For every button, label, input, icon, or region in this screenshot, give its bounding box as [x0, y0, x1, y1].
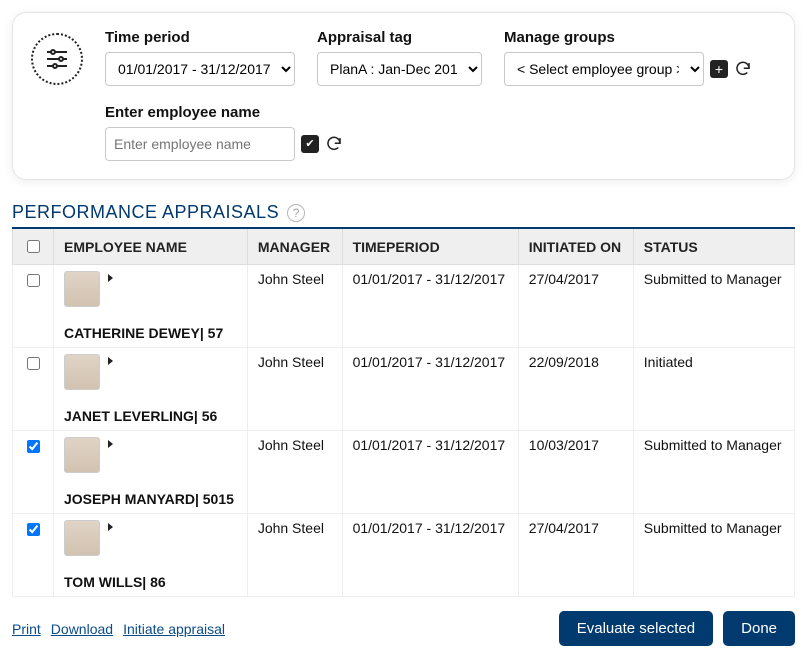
manager-cell: John Steel: [247, 265, 342, 348]
employee-name-text: JOSEPH MANYARD| 5015: [64, 491, 237, 507]
status-cell: Submitted to Manager: [633, 265, 794, 348]
initiated-cell: 22/09/2018: [518, 348, 633, 431]
col-check: [13, 228, 54, 265]
status-cell: Submitted to Manager: [633, 514, 794, 597]
avatar: [64, 354, 100, 390]
initiated-cell: 10/03/2017: [518, 431, 633, 514]
footer-row: Print Download Initiate appraisal Evalua…: [12, 611, 795, 646]
timeperiod-cell: 01/01/2017 - 31/12/2017: [342, 514, 518, 597]
expand-icon[interactable]: [108, 274, 113, 282]
manager-cell: John Steel: [247, 348, 342, 431]
appraisal-tag-select[interactable]: PlanA : Jan-Dec 2017: [317, 52, 482, 86]
col-timeperiod: TIMEPERIOD: [342, 228, 518, 265]
initiate-link[interactable]: Initiate appraisal: [123, 621, 225, 637]
table-row: TOM WILLS| 86 John Steel 01/01/2017 - 31…: [13, 514, 795, 597]
employee-name-text: JANET LEVERLING| 56: [64, 408, 237, 424]
table-row: JOSEPH MANYARD| 5015 John Steel 01/01/20…: [13, 431, 795, 514]
add-group-icon[interactable]: +: [710, 60, 728, 78]
employee-name-group: Enter employee name ✔: [105, 104, 776, 161]
print-link[interactable]: Print: [12, 621, 41, 637]
time-period-select[interactable]: 01/01/2017 - 31/12/2017: [105, 52, 295, 86]
manager-cell: John Steel: [247, 514, 342, 597]
evaluate-button[interactable]: Evaluate selected: [559, 611, 713, 646]
employee-name-text: TOM WILLS| 86: [64, 574, 237, 590]
initiated-cell: 27/04/2017: [518, 514, 633, 597]
row-checkbox[interactable]: [27, 274, 40, 287]
employee-name-text: CATHERINE DEWEY| 57: [64, 325, 237, 341]
filter-card: Time period 01/01/2017 - 31/12/2017 Appr…: [12, 12, 795, 180]
timeperiod-cell: 01/01/2017 - 31/12/2017: [342, 431, 518, 514]
employee-name-input[interactable]: [105, 127, 295, 161]
confirm-icon[interactable]: ✔: [301, 135, 319, 153]
status-cell: Initiated: [633, 348, 794, 431]
footer-buttons: Evaluate selected Done: [559, 611, 795, 646]
appraisal-tag-label: Appraisal tag: [317, 29, 482, 46]
avatar: [64, 520, 100, 556]
appraisals-table: EMPLOYEE NAME MANAGER TIMEPERIOD INITIAT…: [12, 227, 795, 597]
col-initiated: INITIATED ON: [518, 228, 633, 265]
col-employee: EMPLOYEE NAME: [54, 228, 248, 265]
sliders-icon: [31, 33, 83, 85]
row-checkbox[interactable]: [27, 440, 40, 453]
refresh-groups-icon[interactable]: [734, 60, 752, 78]
manager-cell: John Steel: [247, 431, 342, 514]
expand-icon[interactable]: [108, 357, 113, 365]
done-button[interactable]: Done: [723, 611, 795, 646]
download-link[interactable]: Download: [51, 621, 113, 637]
page-title: PERFORMANCE APPRAISALS: [12, 202, 279, 223]
table-row: JANET LEVERLING| 56 John Steel 01/01/201…: [13, 348, 795, 431]
col-manager: MANAGER: [247, 228, 342, 265]
timeperiod-cell: 01/01/2017 - 31/12/2017: [342, 265, 518, 348]
row-checkbox[interactable]: [27, 357, 40, 370]
manage-groups-group: Manage groups < Select employee group > …: [504, 29, 752, 86]
table-row: CATHERINE DEWEY| 57 John Steel 01/01/201…: [13, 265, 795, 348]
avatar: [64, 437, 100, 473]
initiated-cell: 27/04/2017: [518, 265, 633, 348]
check-all[interactable]: [27, 240, 40, 253]
manage-groups-label: Manage groups: [504, 29, 752, 46]
footer-links: Print Download Initiate appraisal: [12, 621, 225, 637]
expand-icon[interactable]: [108, 440, 113, 448]
row-checkbox[interactable]: [27, 523, 40, 536]
status-cell: Submitted to Manager: [633, 431, 794, 514]
section-header: PERFORMANCE APPRAISALS ?: [12, 202, 795, 223]
employee-name-label: Enter employee name: [105, 104, 776, 121]
timeperiod-cell: 01/01/2017 - 31/12/2017: [342, 348, 518, 431]
manage-groups-select[interactable]: < Select employee group >: [504, 52, 704, 86]
expand-icon[interactable]: [108, 523, 113, 531]
appraisal-tag-group: Appraisal tag PlanA : Jan-Dec 2017: [317, 29, 482, 86]
time-period-label: Time period: [105, 29, 295, 46]
help-icon[interactable]: ?: [287, 204, 305, 222]
filter-columns: Time period 01/01/2017 - 31/12/2017 Appr…: [105, 29, 776, 161]
avatar: [64, 271, 100, 307]
refresh-name-icon[interactable]: [325, 135, 343, 153]
time-period-group: Time period 01/01/2017 - 31/12/2017: [105, 29, 295, 86]
col-status: STATUS: [633, 228, 794, 265]
